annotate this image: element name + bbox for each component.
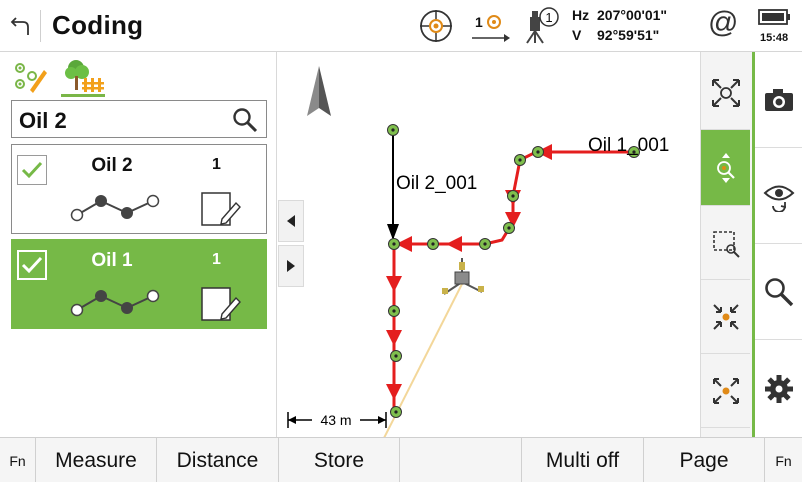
clock-time: 15:48 (760, 32, 789, 44)
fit-all-icon (711, 78, 740, 107)
header-bar: Coding 1 1 Hz 207°00'01" V 92°59'51" @ 1… (0, 0, 802, 52)
softkey-bar: Fn Measure Distance Store Multi off Page… (0, 437, 802, 482)
v-value: 92°59'51" (597, 27, 660, 43)
tree-fence-icon[interactable] (62, 58, 106, 94)
line-type-icon (70, 289, 160, 317)
code-count: 1 (212, 156, 221, 173)
fn-right-key[interactable]: Fn (765, 438, 802, 482)
zoom-out-icon (712, 377, 739, 404)
code-item-oil-2[interactable]: Oil 2 1 (11, 144, 267, 234)
edit-icon[interactable] (200, 189, 244, 229)
search-icon[interactable] (232, 107, 258, 133)
view-icon (763, 185, 794, 212)
back-button[interactable] (0, 0, 40, 52)
zoom-to-target-icon (716, 152, 735, 183)
search-icon (764, 277, 793, 306)
oil-2-point-label: Oil 2_001 (396, 173, 477, 194)
settings-gear-icon (764, 374, 793, 403)
hz-label: Hz (572, 7, 590, 23)
find-button[interactable] (755, 244, 802, 340)
code-name: Oil 1 (91, 250, 133, 271)
fit-all-button[interactable] (701, 56, 750, 130)
code-count: 1 (212, 251, 221, 268)
map-canvas[interactable]: Oil 2_001 Oil 1_001 43 m (278, 52, 700, 437)
multi-off-key[interactable]: Multi off (522, 438, 644, 482)
code-list-panel: Oil 2 Oil 2 1 Oil 1 1 (0, 52, 277, 437)
triangle-left-icon (287, 215, 295, 227)
store-key[interactable]: Store (279, 438, 400, 482)
instrument-station-icon (442, 258, 484, 295)
zoom-in-button[interactable] (701, 280, 750, 354)
distance-key[interactable]: Distance (157, 438, 279, 482)
line-type-icon (70, 194, 160, 222)
prism-icon[interactable] (470, 6, 510, 44)
settings-button[interactable] (755, 340, 802, 437)
battery-icon (758, 9, 790, 25)
camera-icon (764, 88, 793, 111)
zoom-out-button[interactable] (701, 354, 750, 428)
zoom-to-target-button[interactable] (701, 130, 750, 206)
empty-key[interactable] (400, 438, 522, 482)
scale-bar: 43 m (287, 412, 387, 428)
scale-label: 43 m (320, 412, 351, 428)
north-arrow-icon (307, 66, 331, 116)
back-icon (10, 17, 29, 35)
pan-left-button[interactable] (278, 200, 304, 242)
triangle-right-icon (287, 260, 295, 272)
code-search-input[interactable]: Oil 2 (11, 100, 267, 138)
map-view[interactable]: Oil 2_001 Oil 1_001 43 m (278, 52, 700, 437)
measure-key[interactable]: Measure (36, 438, 157, 482)
reflector-target-icon[interactable] (418, 8, 454, 44)
zoom-window-icon (712, 230, 740, 258)
svg-text:1: 1 (545, 10, 552, 25)
active-tool-indicator (61, 94, 105, 97)
page-key[interactable]: Page (644, 438, 765, 482)
view-button[interactable] (755, 148, 802, 244)
at-icon[interactable]: @ (708, 6, 738, 40)
camera-button[interactable] (755, 52, 802, 148)
side-toolbar (752, 52, 802, 437)
page-title: Coding (52, 10, 144, 40)
zoom-in-icon (712, 303, 739, 330)
edit-icon[interactable] (200, 284, 244, 324)
pan-right-button[interactable] (278, 245, 304, 287)
survey-points (387, 124, 640, 418)
zoom-window-button[interactable] (701, 206, 750, 280)
header-separator (40, 10, 41, 42)
code-search-value: Oil 2 (19, 108, 67, 133)
fn-left-key[interactable]: Fn (0, 438, 36, 482)
v-label: V (572, 27, 582, 43)
robot-instrument-icon[interactable]: 1 (524, 5, 560, 45)
hz-value: 207°00'01" (597, 7, 668, 23)
code-item-oil-1[interactable]: Oil 1 1 (11, 239, 267, 329)
code-points-icon[interactable] (12, 60, 48, 94)
oil-1-point-label: Oil 1_001 (588, 135, 669, 156)
map-zoom-toolbar (700, 52, 752, 437)
code-name: Oil 2 (91, 155, 133, 176)
